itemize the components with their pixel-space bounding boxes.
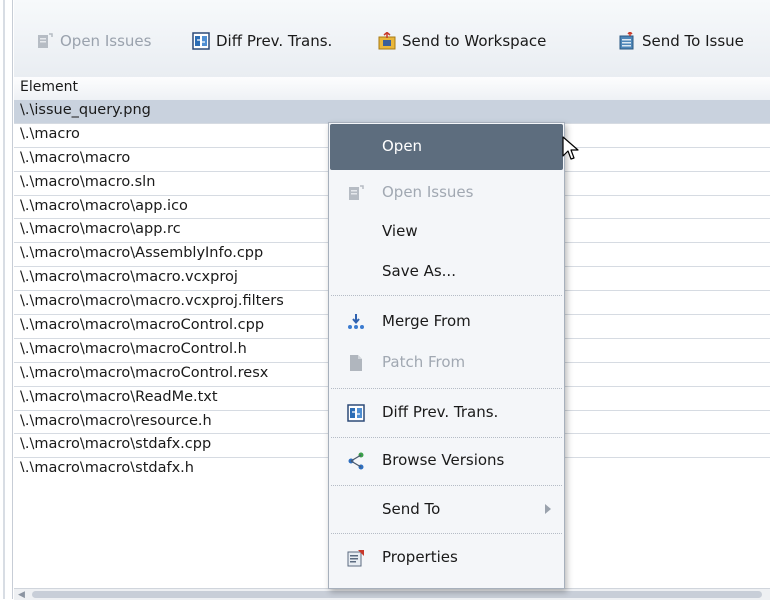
main-window: Open Issues Diff Prev. Trans. Send to Wo… — [0, 0, 770, 600]
properties-icon — [347, 549, 365, 567]
menu-item-send-to[interactable]: Send To — [330, 487, 563, 533]
list-item-label: \.\macro — [20, 125, 80, 142]
toolbar-diff-prev-trans-button[interactable]: Diff Prev. Trans. — [192, 29, 332, 53]
list-item-label: \.\macro\macro\stdafx.h — [20, 460, 194, 473]
toolbar-open-issues-label: Open Issues — [60, 32, 152, 50]
column-header-label: Element — [20, 79, 78, 95]
mouse-pointer-icon — [562, 136, 580, 164]
menu-item-properties-label: Properties — [382, 548, 458, 566]
menu-item-open[interactable]: Open — [330, 124, 563, 170]
toolbar: Open Issues Diff Prev. Trans. Send to Wo… — [14, 0, 770, 78]
scrollbar-thumb[interactable] — [32, 591, 762, 598]
list-item-label: \.\macro\macro\AssemblyInfo.cpp — [20, 245, 264, 262]
list-item-label: \.\macro\macro\resource.h — [20, 412, 212, 429]
left-border — [0, 0, 13, 599]
open-issues-icon — [347, 184, 365, 202]
list-item-label: \.\macro\macro.sln — [20, 173, 156, 190]
column-header-element[interactable]: Element — [14, 77, 770, 101]
menu-item-browse-versions[interactable]: Browse Versions — [330, 438, 563, 484]
workspace-icon — [378, 31, 396, 50]
menu-item-merge-from[interactable]: Merge From — [330, 299, 563, 345]
menu-item-properties[interactable]: Properties — [330, 535, 563, 581]
menu-item-patch-from-label: Patch From — [382, 353, 466, 371]
context-menu: Open Open Issues View Save As... Merge F… — [328, 122, 565, 589]
menu-item-browse-versions-label: Browse Versions — [382, 451, 505, 469]
list-item-label: \.\macro\macro\macro.vcxproj.filters — [20, 293, 284, 310]
menu-separator — [331, 388, 562, 389]
menu-item-save-as-label: Save As... — [382, 262, 456, 280]
issue-icon — [618, 30, 636, 50]
toolbar-send-to-workspace-label: Send to Workspace — [402, 32, 547, 50]
toolbar-send-to-issue-label: Send To Issue — [642, 32, 744, 50]
menu-separator — [331, 295, 562, 296]
menu-separator — [331, 485, 562, 486]
left-border-inner — [3, 0, 5, 599]
open-issues-icon — [36, 32, 54, 50]
menu-separator — [331, 533, 562, 534]
list-item-label: \.\macro\macro\app.rc — [20, 221, 181, 238]
list-item-label: \.\macro\macro\macro.vcxproj — [20, 269, 238, 286]
browse-versions-icon — [347, 452, 365, 470]
toolbar-send-to-issue-button[interactable]: Send To Issue — [618, 29, 744, 53]
menu-item-diff-prev-trans-label: Diff Prev. Trans. — [382, 403, 499, 421]
list-item-label: \.\issue_query.png — [20, 102, 151, 118]
toolbar-diff-label: Diff Prev. Trans. — [216, 32, 333, 50]
submenu-arrow-icon — [545, 504, 551, 514]
menu-item-merge-from-label: Merge From — [382, 312, 471, 330]
menu-item-view-label: View — [382, 222, 418, 240]
patch-icon — [347, 354, 365, 372]
menu-item-open-label: Open — [382, 137, 423, 155]
toolbar-open-issues-button[interactable]: Open Issues — [36, 29, 151, 53]
list-item[interactable]: \.\issue_query.png — [14, 100, 770, 124]
diff-icon — [347, 404, 365, 422]
merge-icon — [347, 313, 365, 331]
list-item-label: \.\macro\macro\macroControl.resx — [20, 364, 269, 381]
menu-item-save-as[interactable]: Save As... — [330, 249, 563, 295]
list-item-label: \.\macro\macro\macroControl.h — [20, 340, 247, 357]
list-item-label: \.\macro\macro\stdafx.cpp — [20, 436, 212, 453]
diff-icon — [192, 32, 210, 50]
list-item-label: \.\macro\macro — [20, 149, 131, 166]
list-item-label: \.\macro\macro\ReadMe.txt — [20, 388, 218, 405]
toolbar-send-to-workspace-button[interactable]: Send to Workspace — [378, 29, 546, 53]
menu-item-patch-from[interactable]: Patch From — [330, 340, 563, 386]
list-item-label: \.\macro\macro\macroControl.cpp — [20, 317, 265, 334]
menu-item-open-issues-label: Open Issues — [382, 183, 474, 201]
menu-item-diff-prev-trans[interactable]: Diff Prev. Trans. — [330, 390, 563, 436]
list-item-label: \.\macro\macro\app.ico — [20, 197, 188, 214]
menu-item-send-to-label: Send To — [382, 500, 441, 518]
horizontal-scrollbar[interactable]: ◀ — [14, 588, 770, 600]
